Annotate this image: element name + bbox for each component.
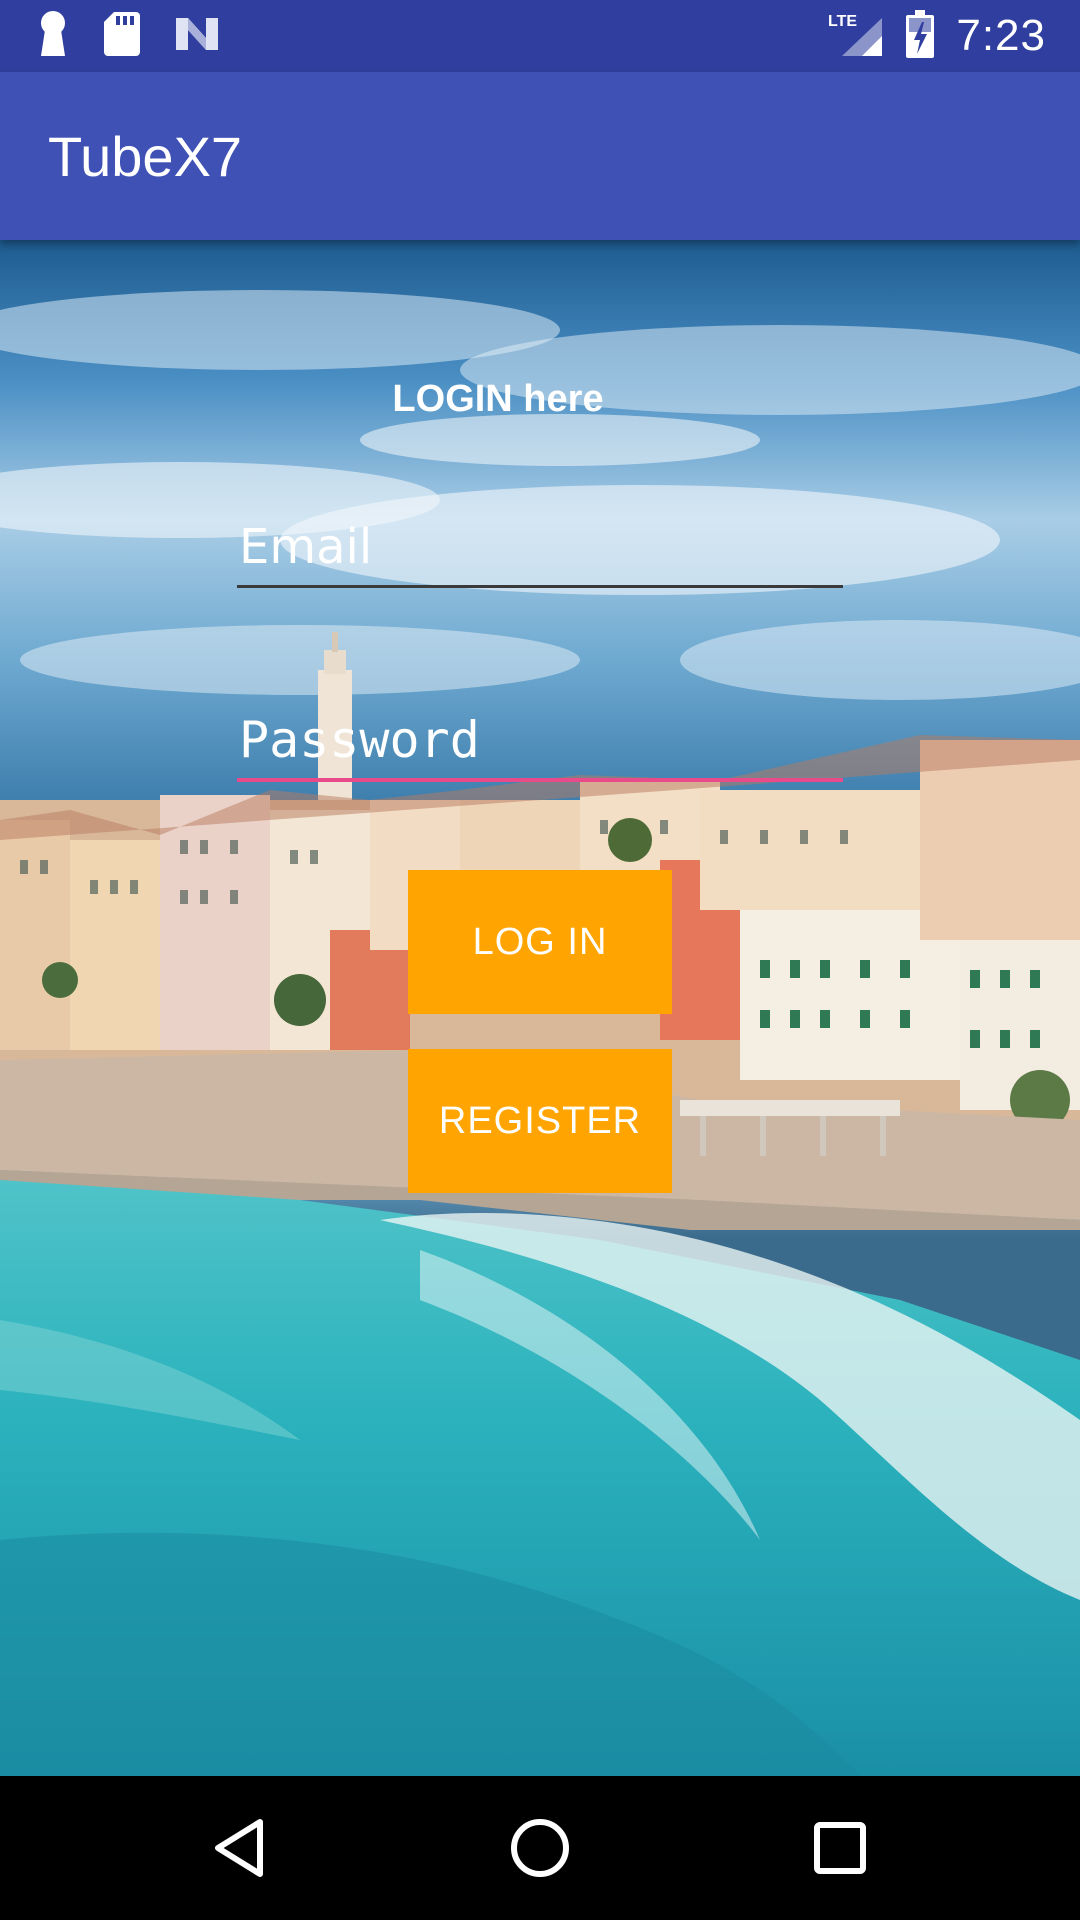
- back-button[interactable]: [204, 1812, 276, 1884]
- clock: 7:23: [956, 11, 1046, 60]
- password-field[interactable]: [237, 702, 843, 782]
- app-bar: TubeX7: [0, 72, 1080, 240]
- lte-signal-icon: LTE: [828, 10, 884, 63]
- register-button[interactable]: REGISTER: [408, 1049, 672, 1193]
- n-icon: [174, 14, 220, 59]
- login-heading: LOGIN here: [392, 378, 604, 420]
- sd-card-icon: [104, 11, 140, 61]
- svg-text:LTE: LTE: [828, 13, 857, 30]
- recents-icon: [814, 1822, 866, 1874]
- keyhole-icon: [36, 10, 70, 63]
- email-field[interactable]: [237, 508, 843, 588]
- status-bar-system: LTE 7:23: [828, 9, 1046, 63]
- battery-charging-icon: [906, 9, 935, 63]
- recents-button[interactable]: [804, 1812, 876, 1884]
- back-icon: [215, 1819, 263, 1877]
- navigation-bar: [0, 1776, 1080, 1920]
- status-bar: LTE 7:23: [0, 0, 1080, 72]
- home-icon: [511, 1819, 569, 1877]
- log-in-button[interactable]: LOG IN: [408, 870, 672, 1014]
- status-bar-notifications: [36, 10, 220, 63]
- app-title: TubeX7: [48, 125, 243, 188]
- home-button[interactable]: [504, 1812, 576, 1884]
